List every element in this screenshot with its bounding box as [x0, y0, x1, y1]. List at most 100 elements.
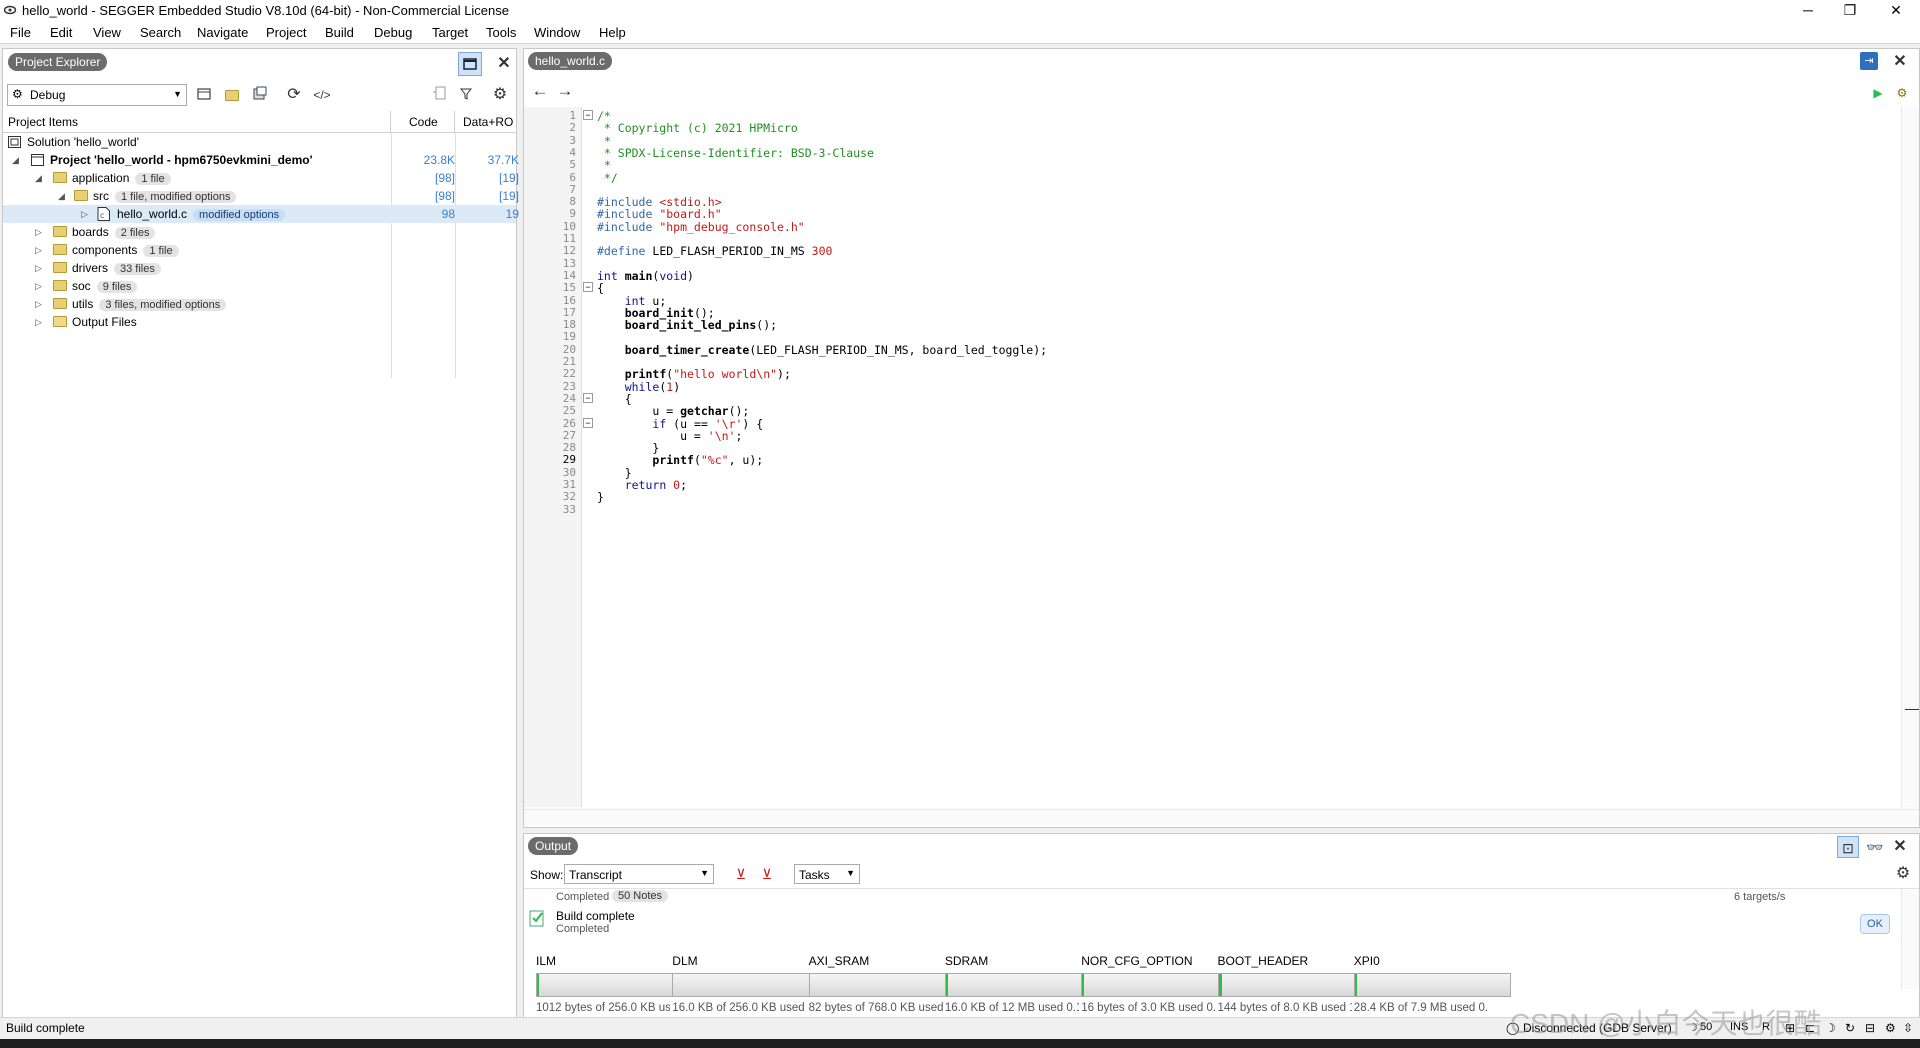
- expanded-arrow-icon[interactable]: ◢: [12, 151, 22, 169]
- code-line[interactable]: #include "hpm_debug_console.h": [597, 220, 805, 234]
- tree-row-components[interactable]: ▷ components 1 file: [3, 241, 516, 259]
- code-line[interactable]: return 0;: [597, 478, 687, 492]
- menu-build[interactable]: Build: [325, 25, 354, 40]
- status-tool-icon[interactable]: ☽: [1825, 1021, 1836, 1035]
- maximize-panel-icon[interactable]: [458, 52, 482, 76]
- settings-gear-icon[interactable]: ⚙: [489, 84, 511, 106]
- collapsed-arrow-icon[interactable]: ▷: [35, 259, 45, 277]
- tree-row-src[interactable]: ◢ src 1 file, modified options [98] [19]: [3, 187, 519, 205]
- close-window-button[interactable]: ✕: [1876, 0, 1916, 20]
- menu-project[interactable]: Project: [266, 25, 306, 40]
- memory-usage-bar: [1081, 973, 1239, 997]
- editor-tab[interactable]: hello_world.c: [528, 52, 613, 70]
- restore-button[interactable]: ❐: [1830, 0, 1870, 20]
- memory-usage-bar: [1217, 973, 1375, 997]
- code-view-icon[interactable]: </>: [311, 84, 333, 106]
- minimize-button[interactable]: ─: [1788, 0, 1828, 20]
- status-tool-icon[interactable]: ⇳: [1903, 1021, 1913, 1035]
- forward-arrow-icon[interactable]: →: [554, 80, 576, 102]
- back-arrow-icon[interactable]: ←: [529, 80, 551, 102]
- column-header-data[interactable]: Data+RO: [455, 111, 517, 133]
- code-area[interactable]: −/* * Copyright (c) 2021 HPMicro * * SPD…: [524, 107, 1919, 707]
- memory-usage-fill: [1082, 974, 1085, 996]
- fold-toggle-icon[interactable]: −: [583, 392, 593, 403]
- collapsed-arrow-icon[interactable]: ▷: [35, 295, 45, 313]
- tree-row-utils[interactable]: ▷ utils 3 files, modified options: [3, 295, 516, 313]
- memory-region-name: DLM: [672, 954, 698, 968]
- menu-target[interactable]: Target: [432, 25, 468, 40]
- memory-usage-fill: [1218, 974, 1222, 996]
- close-editor-icon[interactable]: ✕: [1889, 51, 1911, 73]
- file-count-badge: 1 file: [135, 173, 171, 185]
- code-size: 98: [441, 207, 455, 221]
- folder-icon: [53, 226, 67, 237]
- collapsed-arrow-icon[interactable]: ▷: [35, 241, 45, 259]
- tree-label: application: [72, 171, 130, 185]
- menu-tools[interactable]: Tools: [486, 25, 516, 40]
- folder-icon: [53, 172, 67, 183]
- memory-usage-bar: [672, 973, 830, 997]
- tree-row-output-files[interactable]: ▷ Output Files: [3, 313, 516, 331]
- refresh-icon[interactable]: ⟳: [283, 84, 305, 106]
- code-line[interactable]: }: [597, 490, 604, 504]
- data-size: [19]: [498, 189, 519, 203]
- code-line[interactable]: * SPDX-License-Identifier: BSD-3-Clause: [597, 146, 874, 160]
- configuration-select[interactable]: ⚙ Debug ▼: [7, 84, 187, 106]
- fold-toggle-icon[interactable]: −: [583, 282, 593, 293]
- column-header-code[interactable]: Code: [391, 111, 455, 133]
- status-text: Build complete: [6, 1021, 85, 1035]
- expanded-arrow-icon[interactable]: ◢: [35, 169, 45, 187]
- tree-row-solution[interactable]: Solution 'hello_world': [3, 133, 516, 151]
- tree-row-application[interactable]: ◢ application 1 file [98] [19]: [3, 169, 519, 187]
- expanded-arrow-icon[interactable]: ◢: [58, 187, 68, 205]
- status-tool-icon[interactable]: ↻: [1845, 1021, 1855, 1035]
- taskbar-strip: [0, 1039, 1920, 1048]
- tree-row-project[interactable]: ◢ Project 'hello_world - hpm6750evkmini_…: [3, 151, 519, 169]
- memory-usage-text: 16.0 KB of 12 MB used 0.1%: [944, 1002, 1079, 1014]
- status-settings-icon[interactable]: ⚙: [1885, 1021, 1896, 1035]
- memory-usage-text: 16.0 KB of 256.0 KB used 6.2...: [672, 1002, 806, 1014]
- code-line[interactable]: int main(void): [597, 269, 694, 283]
- code-line[interactable]: board_init_led_pins();: [597, 318, 777, 332]
- tree-label: utils: [72, 297, 94, 311]
- editor-split-icon[interactable]: ⇥: [1860, 52, 1878, 70]
- menu-file[interactable]: File: [10, 25, 31, 40]
- collapsed-arrow-icon[interactable]: ▷: [81, 205, 91, 223]
- tree-row-drivers[interactable]: ▷ drivers 33 files: [3, 259, 516, 277]
- vertical-scrollbar[interactable]: [1901, 107, 1919, 807]
- collapsed-arrow-icon[interactable]: ▷: [35, 313, 45, 331]
- status-tool-icon[interactable]: ⊟: [1865, 1021, 1875, 1035]
- tree-label: Output Files: [72, 315, 137, 329]
- code-line[interactable]: board_timer_create(LED_FLASH_PERIOD_IN_M…: [597, 343, 1047, 357]
- collapsed-arrow-icon[interactable]: ▷: [35, 277, 45, 295]
- close-panel-icon[interactable]: ✕: [493, 53, 515, 75]
- properties-icon[interactable]: [193, 84, 215, 106]
- code-line[interactable]: #define LED_FLASH_PERIOD_IN_MS 300: [597, 244, 832, 258]
- fold-toggle-icon[interactable]: −: [583, 417, 593, 428]
- menu-help[interactable]: Help: [599, 25, 626, 40]
- horizontal-scrollbar[interactable]: [524, 809, 1919, 825]
- open-folder-icon[interactable]: [221, 84, 243, 106]
- editor-panel: hello_world.c ⇥ ✕ ← → ▶ ⚙ 1 2 3 4 5 6 7 8 9 10 11 1…: [523, 48, 1920, 828]
- code-line[interactable]: * Copyright (c) 2021 HPMicro: [597, 121, 798, 135]
- debug-target-icon[interactable]: ⚙: [1891, 82, 1913, 104]
- menu-debug[interactable]: Debug: [374, 25, 412, 40]
- fold-toggle-icon[interactable]: −: [583, 110, 593, 120]
- menu-edit[interactable]: Edit: [50, 25, 72, 40]
- code-line[interactable]: */: [597, 171, 618, 185]
- column-header-items[interactable]: Project Items: [3, 111, 391, 133]
- run-icon[interactable]: ▶: [1867, 82, 1889, 104]
- collapsed-arrow-icon[interactable]: ▷: [35, 223, 45, 241]
- menu-window[interactable]: Window: [534, 25, 580, 40]
- menu-search[interactable]: Search: [140, 25, 181, 40]
- tree-row-hello-world-c[interactable]: ▷ c hello_world.c modified options 98 19: [3, 205, 519, 223]
- collapse-icon[interactable]: [428, 84, 450, 106]
- menu-navigate[interactable]: Navigate: [197, 25, 248, 40]
- menu-bar: File Edit View Search Navigate Project B…: [0, 20, 1920, 44]
- tree-row-boards[interactable]: ▷ boards 2 files: [3, 223, 516, 241]
- file-count-badge: 1 file, modified options: [115, 191, 237, 203]
- filter-icon[interactable]: [455, 84, 477, 106]
- tree-row-soc[interactable]: ▷ soc 9 files: [3, 277, 516, 295]
- menu-view[interactable]: View: [93, 25, 121, 40]
- add-item-icon[interactable]: [249, 84, 271, 106]
